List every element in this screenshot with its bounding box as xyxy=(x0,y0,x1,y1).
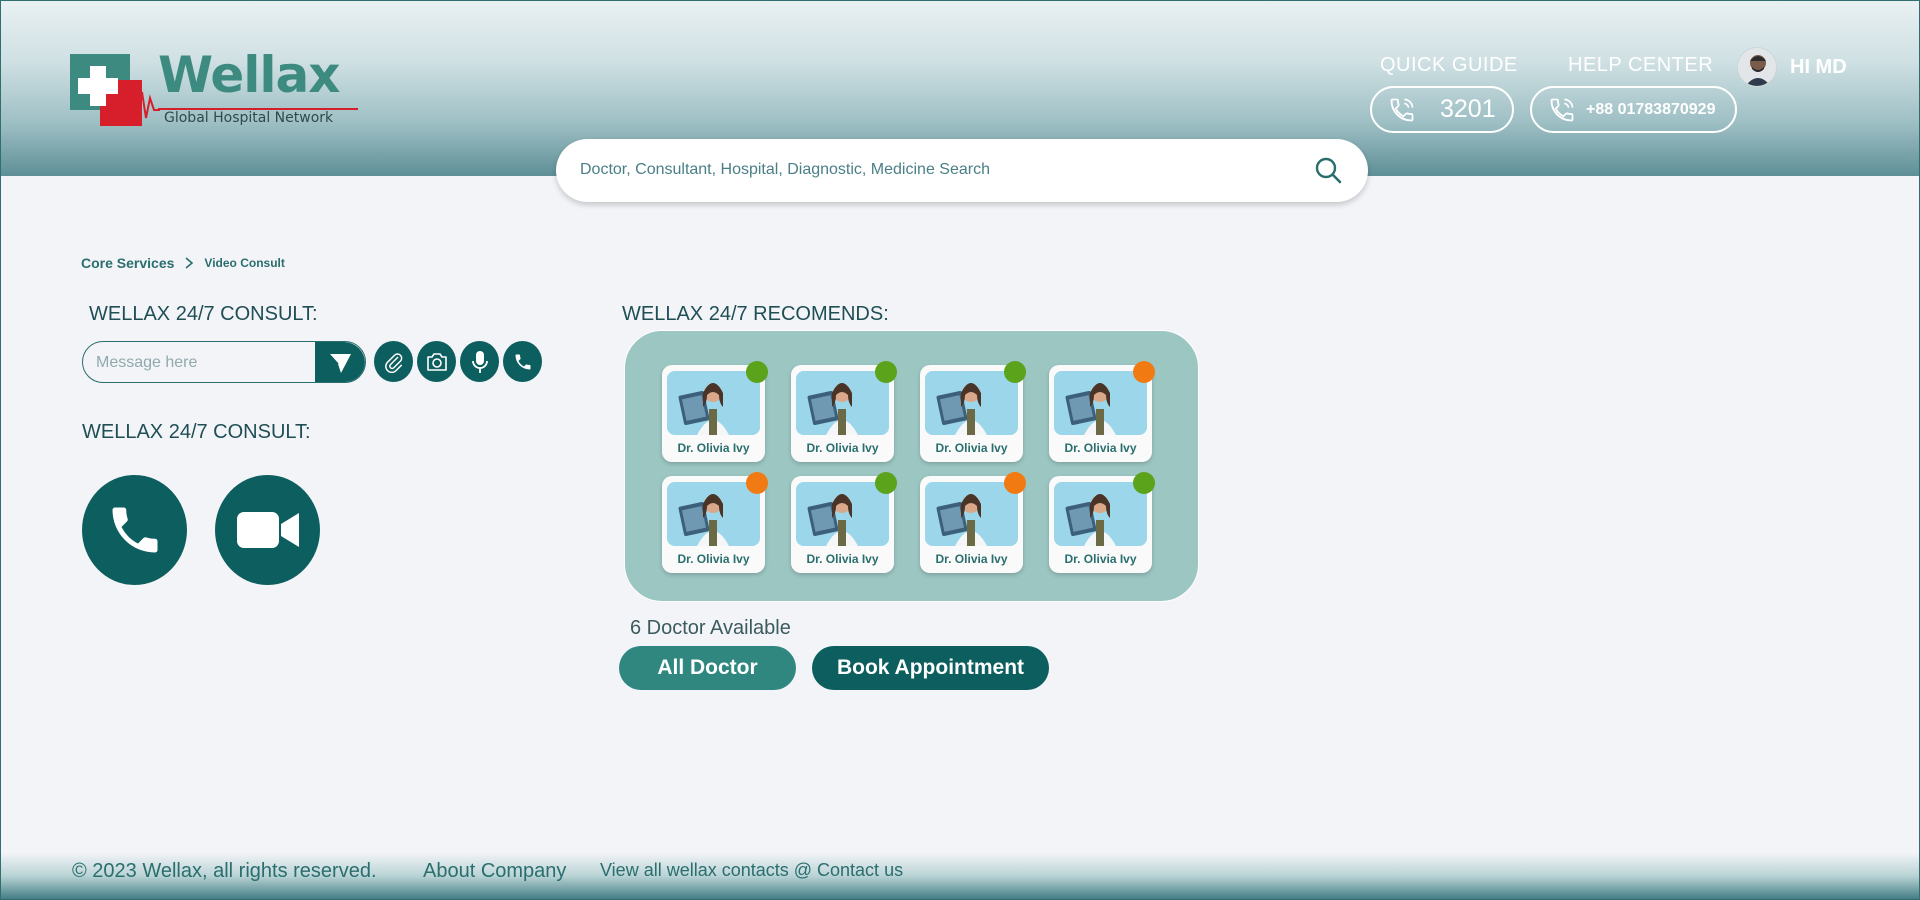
breadcrumb: Core Services Video Consult xyxy=(81,255,285,271)
user-avatar-icon xyxy=(1738,48,1776,86)
camera-icon xyxy=(426,352,447,371)
quick-guide-phone-button[interactable]: 3201 xyxy=(1370,86,1514,133)
logo[interactable]: Wellax Global Hospital Network xyxy=(70,46,358,132)
phone-icon xyxy=(515,354,530,369)
doctor-card[interactable]: Dr. Olivia Ivy xyxy=(662,472,768,573)
doctor-card[interactable]: Dr. Olivia Ivy xyxy=(920,472,1026,573)
doctor-name: Dr. Olivia Ivy xyxy=(935,441,1008,455)
microphone-button[interactable] xyxy=(460,341,499,382)
brand-tagline: Global Hospital Network xyxy=(164,110,334,126)
consult-title-secondary: WELLAX 24/7 CONSULT: xyxy=(82,421,311,443)
quick-guide-label[interactable]: QUICK GUIDE xyxy=(1380,54,1518,77)
status-online-indicator xyxy=(746,361,768,383)
doctor-photo xyxy=(796,482,889,546)
microphone-icon xyxy=(471,350,488,373)
doctor-name: Dr. Olivia Ivy xyxy=(1064,552,1137,566)
doctor-card[interactable]: Dr. Olivia Ivy xyxy=(1049,472,1155,573)
search-bar[interactable]: Doctor, Consultant, Hospital, Diagnostic… xyxy=(556,139,1368,202)
status-online-indicator xyxy=(1133,472,1155,494)
all-doctor-button[interactable]: All Doctor xyxy=(619,646,796,690)
doctor-card[interactable]: Dr. Olivia Ivy xyxy=(791,472,897,573)
message-placeholder: Message here xyxy=(96,354,198,371)
doctor-name: Dr. Olivia Ivy xyxy=(677,552,750,566)
video-camera-icon xyxy=(236,512,299,548)
doctor-name: Dr. Olivia Ivy xyxy=(935,552,1008,566)
doctor-name: Dr. Olivia Ivy xyxy=(1064,441,1137,455)
camera-button[interactable] xyxy=(417,341,456,382)
status-online-indicator xyxy=(875,361,897,383)
send-button[interactable] xyxy=(315,342,365,382)
quick-guide-number: 3201 xyxy=(1440,95,1496,123)
phone-icon xyxy=(1390,98,1414,121)
search-input[interactable]: Doctor, Consultant, Hospital, Diagnostic… xyxy=(580,161,990,179)
search-icon[interactable] xyxy=(1314,156,1342,184)
doctor-card[interactable]: Dr. Olivia Ivy xyxy=(791,361,897,462)
help-center-label[interactable]: HELP CENTER xyxy=(1568,54,1713,77)
doctor-card[interactable]: Dr. Olivia Ivy xyxy=(920,361,1026,462)
book-appointment-button[interactable]: Book Appointment xyxy=(812,646,1049,690)
chevron-right-icon xyxy=(185,257,194,269)
status-busy-indicator xyxy=(1133,361,1155,383)
available-count: 6 Doctor Available xyxy=(630,617,791,639)
consult-title: WELLAX 24/7 CONSULT: xyxy=(89,303,318,325)
recommends-title: WELLAX 24/7 RECOMENDS: xyxy=(622,303,889,325)
doctor-photo xyxy=(1054,482,1147,546)
logo-cross-icon xyxy=(70,54,160,126)
doctor-name: Dr. Olivia Ivy xyxy=(677,441,750,455)
user-greeting[interactable]: HI MD xyxy=(1790,56,1847,79)
attach-button[interactable] xyxy=(374,341,413,382)
voice-call-button[interactable] xyxy=(82,475,187,585)
doctor-name: Dr. Olivia Ivy xyxy=(806,441,879,455)
help-center-phone-button[interactable]: +88 01783870929 xyxy=(1530,86,1737,133)
footer-copyright: © 2023 Wellax, all rights reserved. xyxy=(72,860,377,882)
status-busy-indicator xyxy=(746,472,768,494)
footer-about-link[interactable]: About Company xyxy=(423,860,566,883)
paperclip-icon xyxy=(384,352,402,373)
avatar[interactable] xyxy=(1737,47,1777,87)
doctor-card[interactable]: Dr. Olivia Ivy xyxy=(1049,361,1155,462)
footer-contacts-link[interactable]: View all wellax contacts @ Contact us xyxy=(600,860,903,881)
phone-icon xyxy=(112,507,157,553)
brand-name: Wellax xyxy=(158,46,341,104)
status-online-indicator xyxy=(875,472,897,494)
doctor-photo xyxy=(667,482,760,546)
phone-icon xyxy=(1550,98,1574,121)
doctor-photo xyxy=(796,371,889,435)
send-icon xyxy=(328,353,351,373)
doctor-card[interactable]: Dr. Olivia Ivy xyxy=(662,361,768,462)
doctor-photo xyxy=(1054,371,1147,435)
doctor-name: Dr. Olivia Ivy xyxy=(806,552,879,566)
status-busy-indicator xyxy=(1004,472,1026,494)
status-online-indicator xyxy=(1004,361,1026,383)
video-call-button[interactable] xyxy=(215,475,320,585)
help-center-number: +88 01783870929 xyxy=(1586,100,1716,118)
doctor-photo xyxy=(667,371,760,435)
doctor-photo xyxy=(925,371,1018,435)
message-field[interactable]: Message here xyxy=(82,341,366,383)
breadcrumb-core-services[interactable]: Core Services xyxy=(81,255,174,271)
breadcrumb-video-consult[interactable]: Video Consult xyxy=(204,256,284,270)
call-button[interactable] xyxy=(503,341,542,382)
doctor-photo xyxy=(925,482,1018,546)
